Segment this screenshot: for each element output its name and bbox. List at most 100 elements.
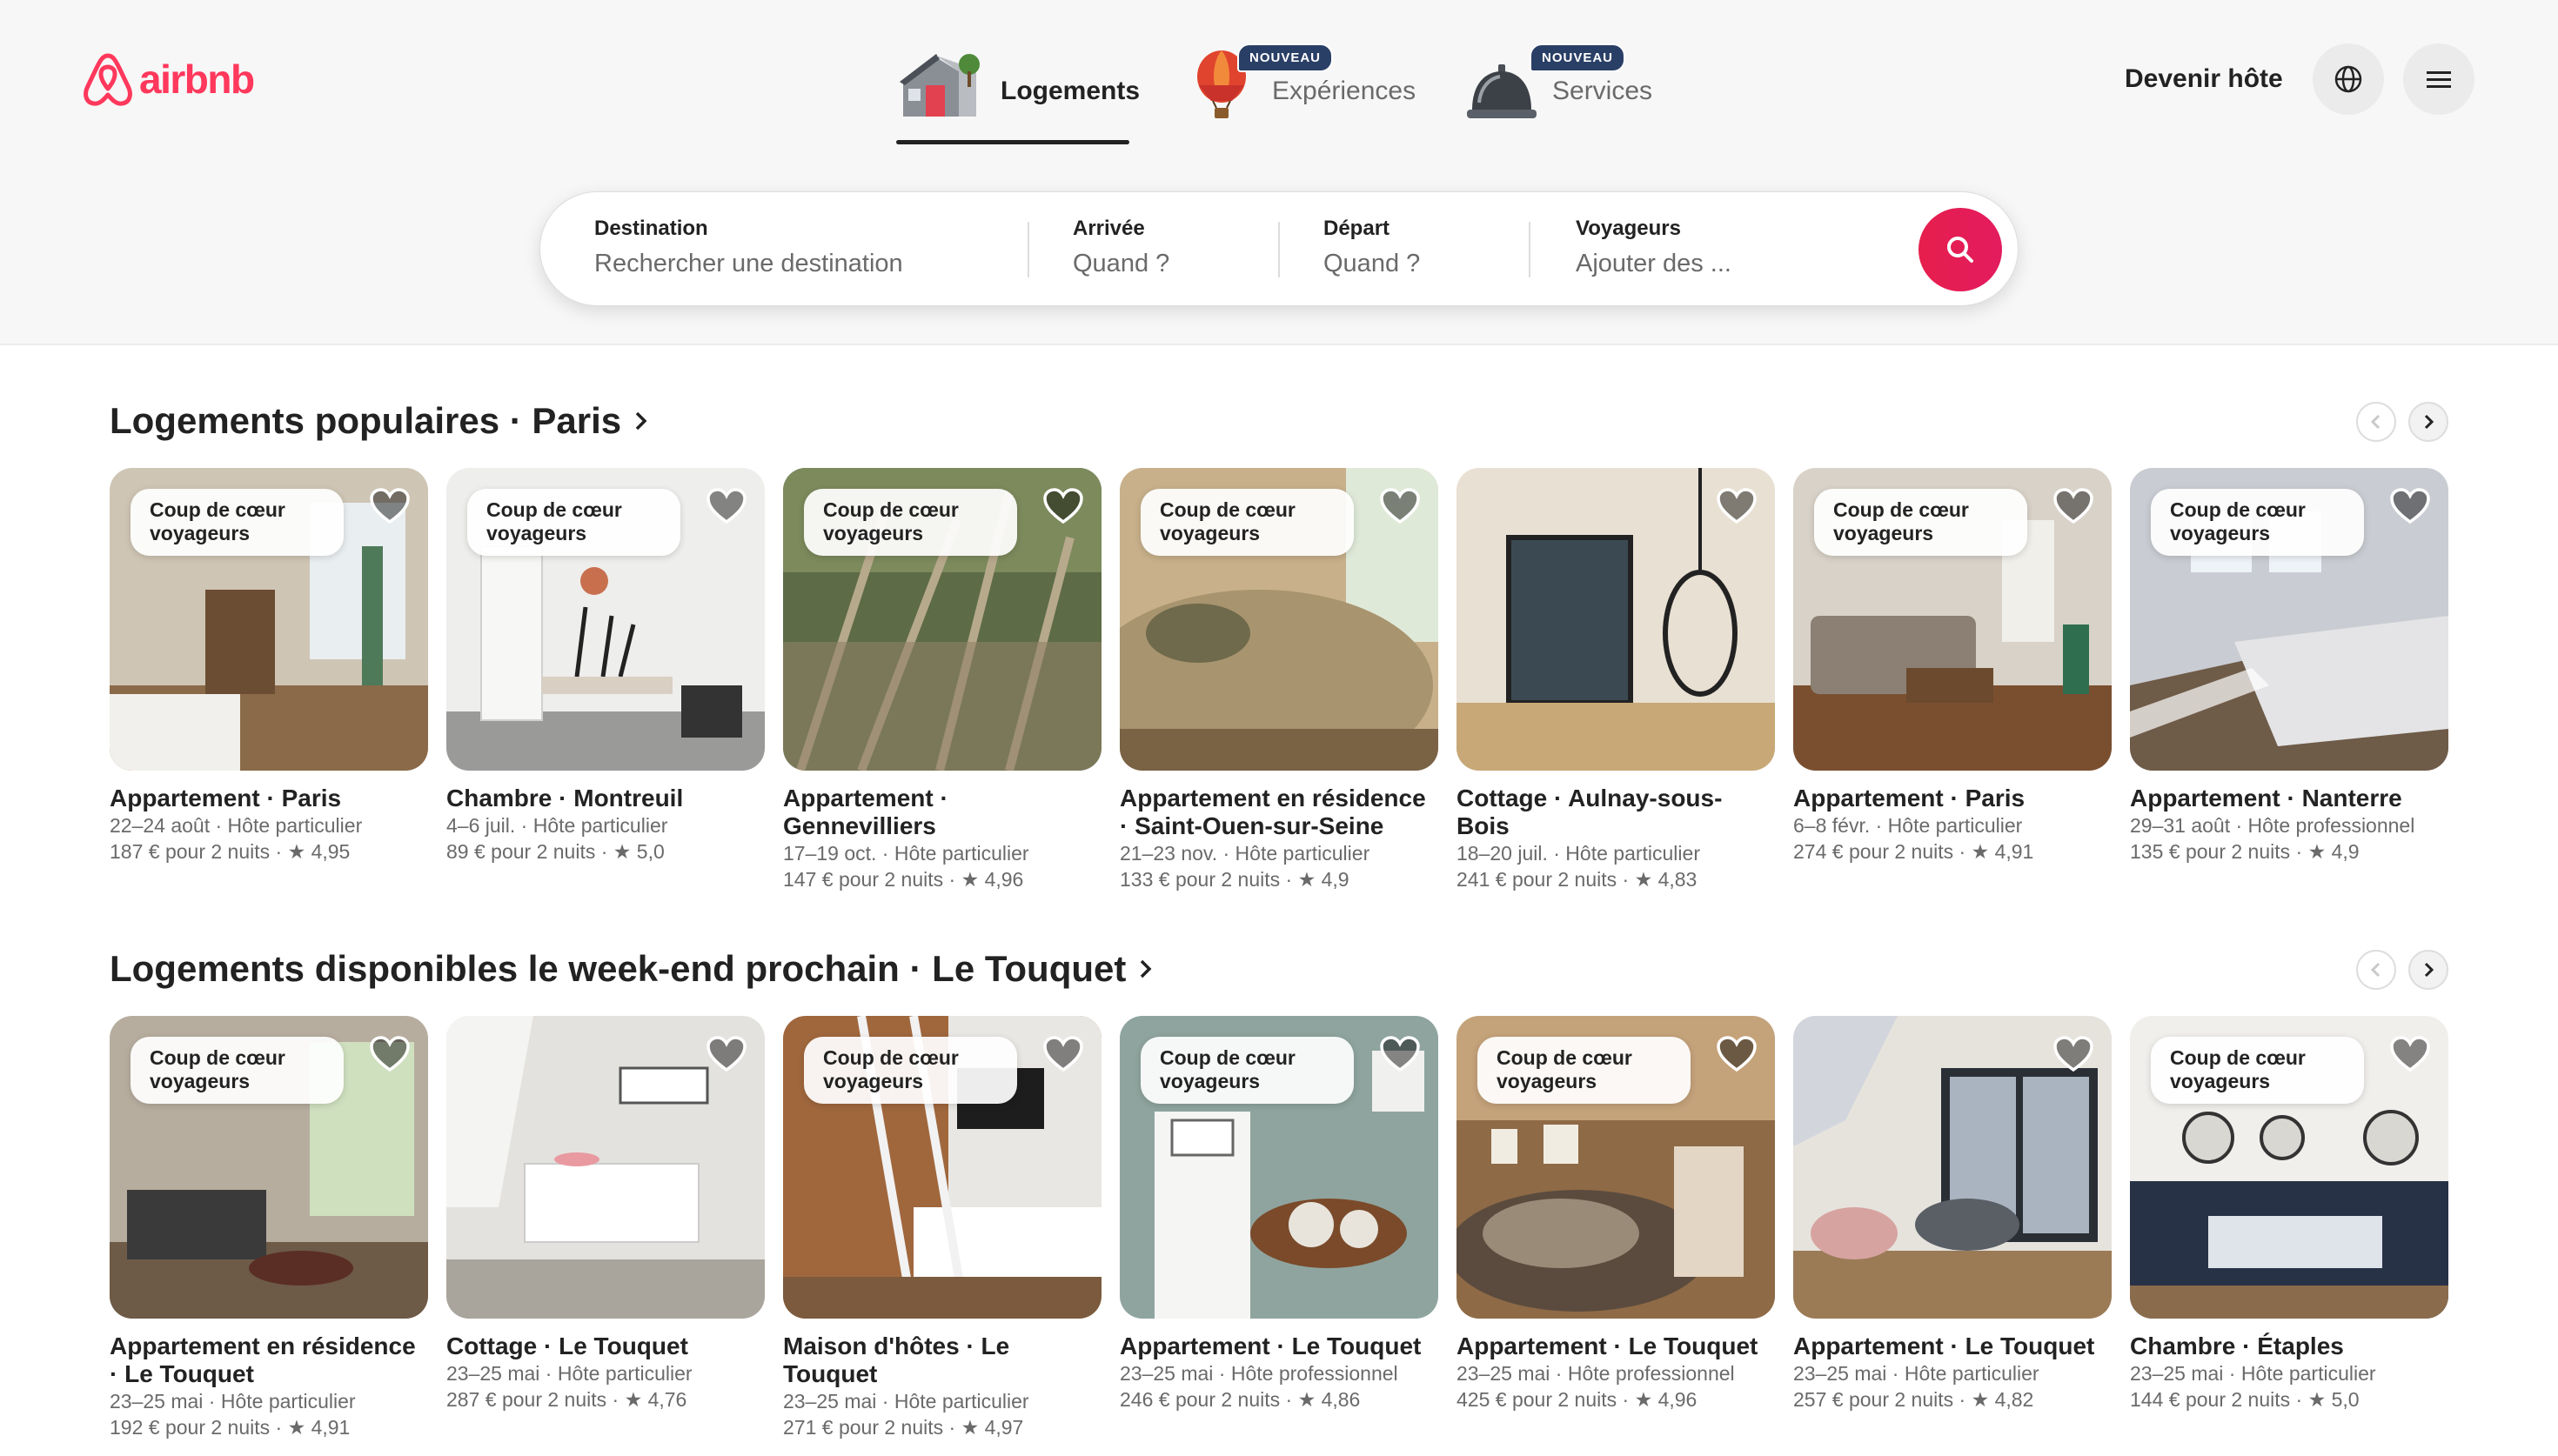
main-menu-button[interactable] [2403,43,2474,115]
listing-photo[interactable] [446,1016,765,1319]
new-badge: NOUVEAU [1237,43,1334,72]
listing-card[interactable]: Coup de cœur voyageurs Maison d'hôtes · … [783,1016,1102,1440]
listing-photo[interactable]: Coup de cœur voyageurs [1793,468,2112,771]
listing-card[interactable]: Appartement · Le Touquet 23–25 mai · Hôt… [1793,1016,2112,1413]
destination-field[interactable]: Destination Rechercher une destination [594,217,994,278]
tab-services[interactable]: NOUVEAU Services [1465,43,1657,144]
listing-price-rating: 192 € pour 2 nuits · ★ 4,91 [110,1416,351,1439]
listing-photo[interactable]: Coup de cœur voyageurs [2130,468,2448,771]
listing-card[interactable]: Coup de cœur voyageurs Appartement · Le … [1120,1016,1438,1413]
guest-favorite-badge: Coup de cœur voyageurs [2151,1037,2364,1104]
listing-title: Appartement · Le Touquet [1793,1332,2095,1359]
listing-dates-host: 29–31 août · Hôte professionnel [2130,814,2415,837]
listing-card[interactable]: Coup de cœur voyageurs Appartement · Nan… [2130,468,2448,865]
new-badge: NOUVEAU [1530,43,1626,72]
heart-icon[interactable] [1042,487,1084,525]
guests-field[interactable]: Voyageurs Ajouter des ... [1576,217,1889,278]
divider [1529,222,1530,277]
carousel-next-button[interactable] [2408,402,2448,442]
listing-carousel-paris: Coup de cœur voyageurs Appartement · Par… [110,468,2450,955]
check-out-input[interactable]: Quand ? [1323,250,1523,278]
listing-photo[interactable]: Coup de cœur voyageurs [2130,1016,2448,1319]
guest-favorite-badge: Coup de cœur voyageurs [1141,1037,1354,1104]
listing-price-rating: 274 € pour 2 nuits · ★ 4,91 [1793,840,2034,863]
listing-photo[interactable]: Coup de cœur voyageurs [783,468,1102,771]
heart-icon[interactable] [2389,487,2431,525]
listing-title: Maison d'hôtes · Le Touquet [783,1332,1010,1387]
carousel-prev-button[interactable] [2356,950,2396,990]
listing-price-rating: 257 € pour 2 nuits · ★ 4,82 [1793,1388,2034,1411]
listing-dates-host: 17–19 oct. · Hôte particulier [783,842,1029,865]
section-title-le-touquet[interactable]: Logements disponibles le week-end procha… [110,948,1154,990]
listing-price-rating: 187 € pour 2 nuits · ★ 4,95 [110,840,351,863]
listing-card[interactable]: Coup de cœur voyageurs Appartement en ré… [1120,468,1438,892]
section-title-paris[interactable]: Logements populaires · Paris [110,400,649,442]
airbnb-logo[interactable]: airbnb [82,50,255,108]
listing-card[interactable]: Coup de cœur voyageurs Appartement · Par… [110,468,428,865]
listing-card[interactable]: Coup de cœur voyageurs Appartement en ré… [110,1016,428,1440]
language-button[interactable] [2313,43,2384,115]
house-icon [896,45,987,124]
check-in-field[interactable]: Arrivée Quand ? [1073,217,1273,278]
listing-photo[interactable] [1456,468,1775,771]
heart-icon[interactable] [369,487,411,525]
heart-icon[interactable] [2389,1035,2431,1073]
listing-price-rating: 271 € pour 2 nuits · ★ 4,97 [783,1416,1024,1439]
listing-photo[interactable]: Coup de cœur voyageurs [110,468,428,771]
chevron-right-icon [635,411,647,431]
listing-card[interactable]: Coup de cœur voyageurs Chambre · Étaples… [2130,1016,2448,1413]
heart-icon[interactable] [1716,487,1758,525]
listing-card[interactable]: Coup de cœur voyageurs Appartement · Par… [1793,468,2112,865]
listing-dates-host: 23–25 mai · Hôte professionnel [1120,1362,1398,1385]
listing-photo[interactable]: Coup de cœur voyageurs [446,468,765,771]
destination-input[interactable]: Rechercher une destination [594,250,994,278]
listing-title: Appartement en résidence · Le Touquet [110,1332,416,1387]
section-title-text: Logements disponibles le week-end procha… [110,948,1127,989]
tab-label: Logements [1001,77,1141,105]
listing-price-rating: 287 € pour 2 nuits · ★ 4,76 [446,1388,687,1411]
tab-experiences[interactable]: NOUVEAU Expériences [1185,43,1420,144]
heart-icon[interactable] [706,487,747,525]
listing-photo[interactable]: Coup de cœur voyageurs [110,1016,428,1319]
listing-photo[interactable] [1793,1016,2112,1319]
listing-dates-host: 23–25 mai · Hôte particulier [783,1390,1029,1413]
check-out-field[interactable]: Départ Quand ? [1323,217,1523,278]
chevron-left-icon [2370,962,2381,978]
carousel-next-button[interactable] [2408,950,2448,990]
listing-title: Appartement · Nanterre [2130,785,2402,811]
tab-logements[interactable]: Logements [896,45,1140,144]
listing-dates-host: 23–25 mai · Hôte professionnel [1456,1362,1735,1385]
listing-price-rating: 147 € pour 2 nuits · ★ 4,96 [783,868,1024,891]
listing-card[interactable]: Cottage · Aulnay-sous-Bois 18–20 juil. ·… [1456,468,1775,892]
listing-price-rating: 133 € pour 2 nuits · ★ 4,9 [1120,868,1349,891]
heart-icon[interactable] [1379,1035,1421,1073]
heart-icon[interactable] [1042,1035,1084,1073]
listing-photo[interactable]: Coup de cœur voyageurs [1120,468,1438,771]
heart-icon[interactable] [2052,1035,2094,1073]
search-button[interactable] [1918,208,2002,291]
check-in-input[interactable]: Quand ? [1073,250,1273,278]
listing-title: Chambre · Montreuil [446,785,684,811]
guests-input[interactable]: Ajouter des ... [1576,250,1889,278]
become-host-link[interactable]: Devenir hôte [2125,64,2283,94]
listing-photo[interactable]: Coup de cœur voyageurs [1456,1016,1775,1319]
heart-icon[interactable] [1716,1035,1758,1073]
heart-icon[interactable] [369,1035,411,1073]
tab-label: Services [1552,77,1653,105]
heart-icon[interactable] [1379,487,1421,525]
chevron-right-icon [1141,959,1152,978]
chevron-left-icon [2370,414,2381,430]
listing-dates-host: 18–20 juil. · Hôte particulier [1456,842,1700,865]
listing-card[interactable]: Cottage · Le Touquet 23–25 mai · Hôte pa… [446,1016,765,1413]
search-icon [1947,237,1973,263]
listing-photo[interactable]: Coup de cœur voyageurs [783,1016,1102,1319]
heart-icon[interactable] [2052,487,2094,525]
heart-icon[interactable] [706,1035,747,1073]
listing-card[interactable]: Coup de cœur voyageurs Chambre · Montreu… [446,468,765,865]
listing-dates-host: 22–24 août · Hôte particulier [110,814,363,837]
listing-price-rating: 246 € pour 2 nuits · ★ 4,86 [1120,1388,1361,1411]
listing-card[interactable]: Coup de cœur voyageurs Appartement · Le … [1456,1016,1775,1413]
carousel-prev-button[interactable] [2356,402,2396,442]
listing-card[interactable]: Coup de cœur voyageurs Appartement · Gen… [783,468,1102,892]
listing-photo[interactable]: Coup de cœur voyageurs [1120,1016,1438,1319]
